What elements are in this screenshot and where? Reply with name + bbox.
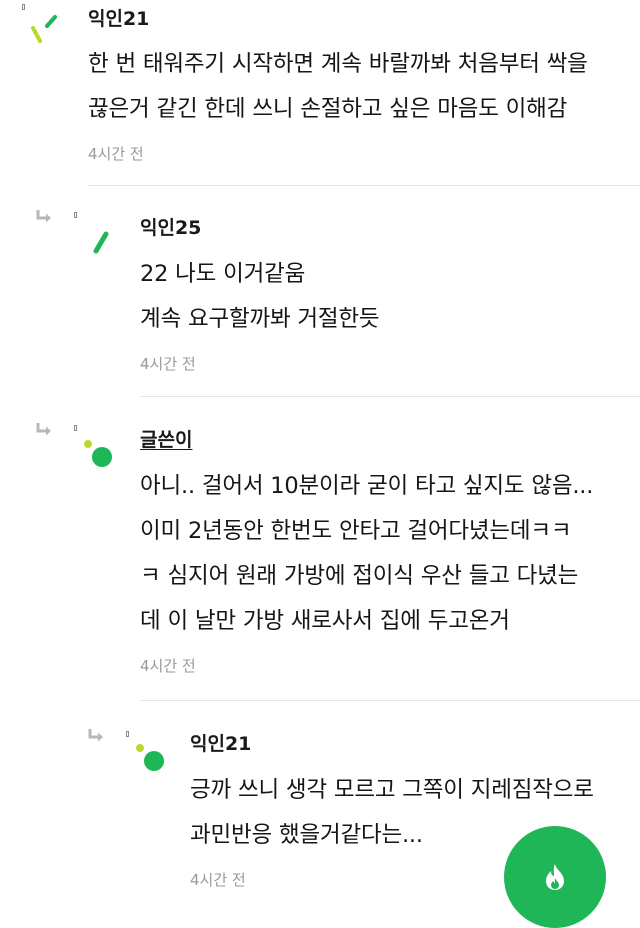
flame-icon: [543, 863, 567, 891]
comment-text-line: 이미 2년동안 한번도 안타고 걸어다녔는데ㅋㅋ: [140, 518, 572, 544]
avatar: [82, 439, 112, 469]
comment-timestamp: 4시간 전: [140, 657, 196, 675]
comment-author[interactable]: 익인21: [88, 4, 149, 31]
comment-text-line: 한 번 태워주기 시작하면 계속 바랄까봐 처음부터 싹을: [88, 51, 588, 77]
comment-text-line: 데 이 날만 가방 새로사서 집에 두고온거: [140, 608, 510, 634]
avatar: [28, 14, 58, 44]
reply-arrow-icon: [88, 729, 104, 743]
comment-timestamp: 4시간 전: [140, 355, 196, 373]
avatar: [86, 226, 116, 256]
avatar: [134, 743, 164, 773]
reply-arrow-icon: [36, 423, 52, 437]
collapse-marker-icon: [74, 212, 77, 218]
collapse-marker-icon: [74, 425, 77, 431]
reply-arrow-icon: [36, 210, 52, 224]
collapse-marker-icon: [22, 4, 25, 10]
comment-text-line: 긍까 쓰니 생각 모르고 그쪽이 지레짐작으로: [190, 777, 594, 803]
comment-text-line: 22 나도 이거같움: [140, 261, 306, 287]
comment-1: 익인21 한 번 태워주기 시작하면 계속 바랄까봐 처음부터 싹을 끊은거 같…: [0, 0, 640, 185]
comment-author[interactable]: 익인21: [190, 729, 251, 756]
comment-reply-1: 익인25 22 나도 이거같움 계속 요구할까봐 거절한듯 4시간 전: [0, 186, 640, 396]
comment-text-line: 계속 요구할까봐 거절한듯: [140, 306, 380, 332]
comment-text-line: ㅋ 심지어 원래 가방에 접이식 우산 들고 다녔는: [140, 563, 579, 589]
comment-text-line: 아니.. 걸어서 10분이라 굳이 타고 싶지도 않음...: [140, 473, 594, 499]
hot-fab-button[interactable]: [504, 826, 606, 928]
comment-author[interactable]: 익인25: [140, 213, 201, 240]
comment-text-line: 끊은거 같긴 한데 쓰니 손절하고 싶은 마음도 이해감: [88, 96, 568, 122]
comment-timestamp: 4시간 전: [190, 871, 246, 889]
comment-author-op[interactable]: 글쓴이: [140, 425, 192, 452]
collapse-marker-icon: [126, 731, 129, 737]
comment-text-line: 과민반응 했을거같다는...: [190, 822, 423, 848]
comment-reply-2: 글쓴이 아니.. 걸어서 10분이라 굳이 타고 싶지도 않음... 이미 2년…: [0, 397, 640, 700]
comment-timestamp: 4시간 전: [88, 145, 144, 163]
